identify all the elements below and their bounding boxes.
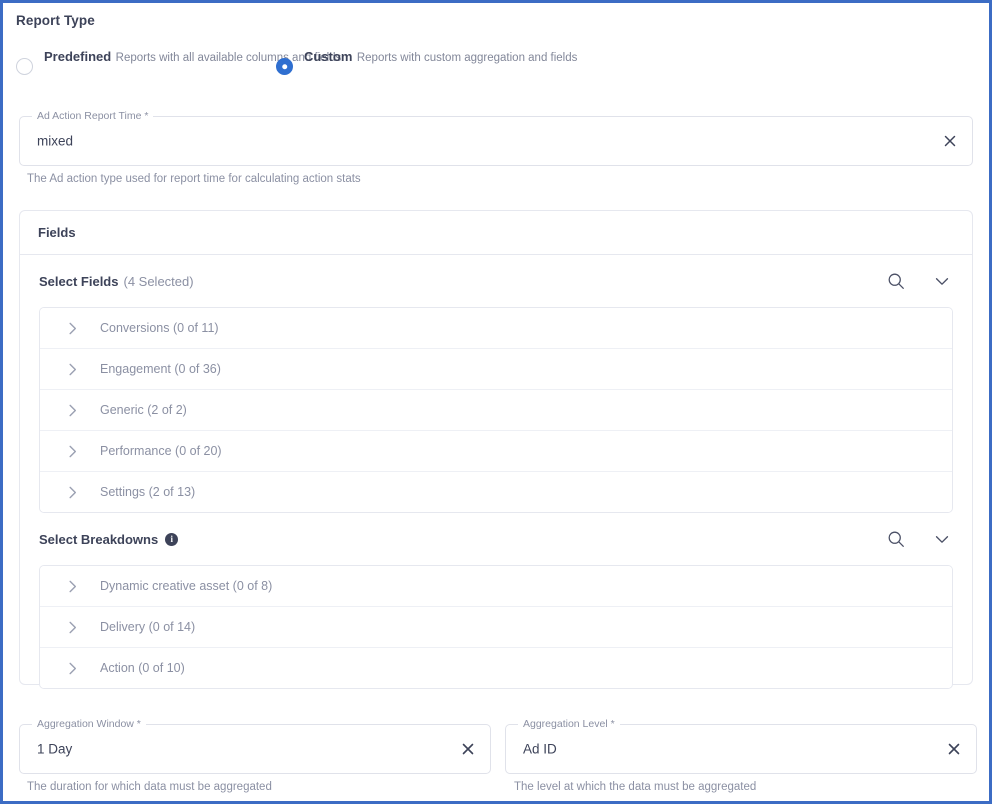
- chevron-right-icon[interactable]: [64, 320, 80, 336]
- aggregation-level-field[interactable]: Aggregation Level * Ad ID: [505, 718, 977, 774]
- ad-action-report-time-value: mixed: [37, 133, 74, 149]
- aggregation-window-label: Aggregation Window *: [32, 718, 146, 731]
- list-item-label: Dynamic creative asset (0 of 8): [100, 579, 273, 593]
- list-item[interactable]: Conversions (0 of 11): [40, 308, 952, 349]
- chevron-right-icon[interactable]: [64, 443, 80, 459]
- chevron-right-icon[interactable]: [64, 619, 80, 635]
- aggregation-level-value: Ad ID: [523, 741, 557, 757]
- radio-option-custom-texts: Custom Reports with custom aggregation a…: [304, 47, 577, 66]
- radio-label-custom: Custom: [304, 49, 353, 64]
- aggregation-level-label: Aggregation Level *: [518, 718, 620, 731]
- close-icon[interactable]: [946, 741, 962, 757]
- chevron-right-icon[interactable]: [64, 660, 80, 676]
- chevron-down-icon[interactable]: [931, 270, 953, 292]
- close-icon[interactable]: [460, 741, 476, 757]
- fields-card-header: Fields: [20, 211, 972, 255]
- chevron-right-icon[interactable]: [64, 578, 80, 594]
- radio-icon-custom[interactable]: [276, 58, 293, 75]
- select-fields-actions: [885, 270, 953, 292]
- list-item[interactable]: Performance (0 of 20): [40, 431, 952, 472]
- select-fields-header: Select Fields (4 Selected): [39, 255, 953, 307]
- info-icon[interactable]: i: [165, 532, 179, 546]
- ad-action-report-time-field[interactable]: Ad Action Report Time * mixed: [19, 110, 973, 166]
- page-frame: Report Type Predefined Reports with all …: [0, 0, 992, 804]
- list-item[interactable]: Delivery (0 of 14): [40, 607, 952, 648]
- list-item[interactable]: Action (0 of 10): [40, 648, 952, 688]
- page-title: Report Type: [16, 13, 95, 28]
- form-canvas: Report Type Predefined Reports with all …: [3, 3, 989, 801]
- search-icon[interactable]: [885, 528, 907, 550]
- ad-action-report-time-helper: The Ad action type used for report time …: [27, 173, 361, 185]
- fields-card-title: Fields: [38, 225, 76, 240]
- aggregation-level-helper: The level at which the data must be aggr…: [514, 781, 757, 793]
- list-item-label: Conversions (0 of 11): [100, 321, 219, 335]
- radio-label-predefined: Predefined: [44, 49, 112, 64]
- list-item[interactable]: Engagement (0 of 36): [40, 349, 952, 390]
- aggregation-window-field[interactable]: Aggregation Window * 1 Day: [19, 718, 491, 774]
- select-fields-count: (4 Selected): [123, 273, 194, 289]
- select-breakdowns-label: Select Breakdowns: [39, 531, 159, 547]
- aggregation-window-helper: The duration for which data must be aggr…: [27, 781, 272, 793]
- ad-action-report-time-label: Ad Action Report Time *: [32, 110, 154, 123]
- select-breakdowns-actions: [885, 528, 953, 550]
- fields-card-body: Select Fields (4 Selected) Conversions (…: [20, 255, 972, 689]
- radio-icon-predefined[interactable]: [16, 58, 33, 75]
- search-icon[interactable]: [885, 270, 907, 292]
- chevron-right-icon[interactable]: [64, 361, 80, 377]
- chevron-right-icon[interactable]: [64, 402, 80, 418]
- chevron-down-icon[interactable]: [931, 528, 953, 550]
- list-item[interactable]: Generic (2 of 2): [40, 390, 952, 431]
- list-item-label: Generic (2 of 2): [100, 403, 187, 417]
- list-item-label: Performance (0 of 20): [100, 444, 222, 458]
- list-item[interactable]: Dynamic creative asset (0 of 8): [40, 566, 952, 607]
- select-breakdowns-header: Select Breakdowns i: [39, 513, 953, 565]
- list-item-label: Action (0 of 10): [100, 661, 185, 675]
- close-icon[interactable]: [942, 133, 958, 149]
- list-item-label: Engagement (0 of 36): [100, 362, 221, 376]
- radio-option-custom[interactable]: Custom Reports with custom aggregation a…: [276, 47, 577, 75]
- list-item-label: Delivery (0 of 14): [100, 620, 196, 634]
- fields-card: Fields Select Fields (4 Selected) Conver…: [19, 210, 973, 689]
- select-breakdowns-list: Dynamic creative asset (0 of 8) Delivery…: [39, 565, 953, 689]
- chevron-right-icon[interactable]: [64, 484, 80, 500]
- aggregation-window-value: 1 Day: [37, 741, 73, 757]
- report-type-radio-group: Predefined Reports with all available co…: [16, 47, 956, 87]
- select-fields-list: Conversions (0 of 11) Engagement (0 of 3…: [39, 307, 953, 513]
- radio-description-custom: Reports with custom aggregation and fiel…: [356, 52, 578, 64]
- list-item-label: Settings (2 of 13): [100, 485, 196, 499]
- list-item[interactable]: Settings (2 of 13): [40, 472, 952, 512]
- select-fields-label: Select Fields: [39, 273, 119, 289]
